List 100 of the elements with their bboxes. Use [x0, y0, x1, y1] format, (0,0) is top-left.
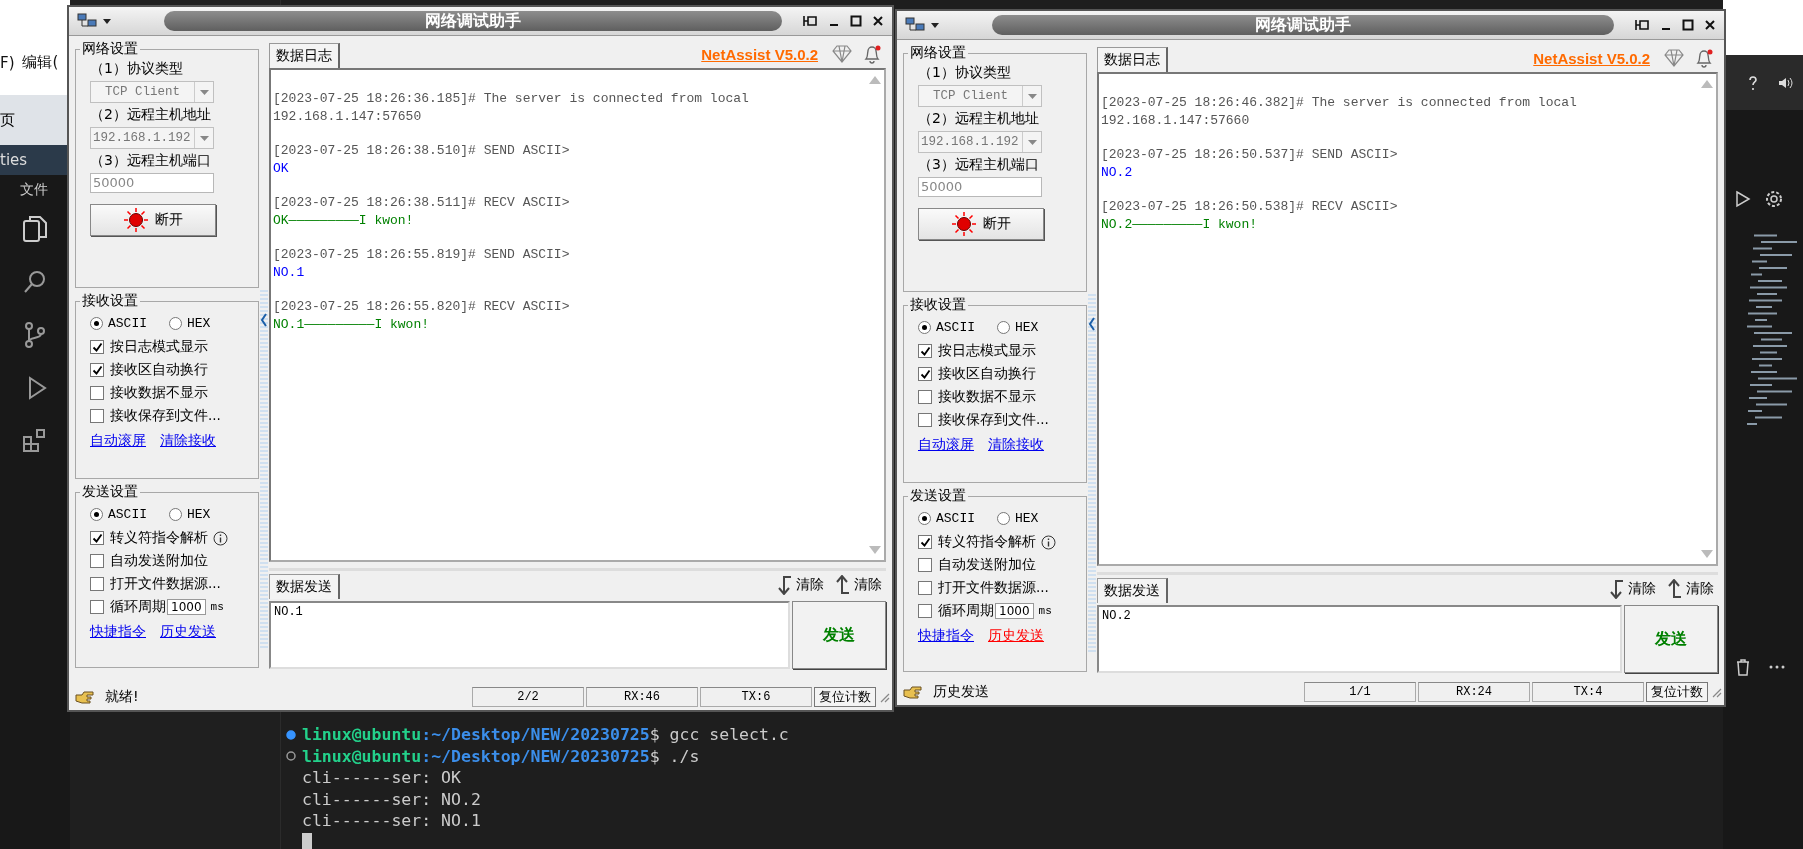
checkbox-option[interactable]: 打开文件数据源... — [918, 579, 1049, 597]
radio-option[interactable]: HEX — [997, 320, 1039, 335]
radio-option[interactable]: HEX — [169, 507, 211, 522]
network-icon[interactable] — [905, 17, 925, 33]
log-header: [2023-07-25 18:26:38.510]# SEND ASCII> — [273, 142, 571, 160]
log-message: NO.1 — [273, 264, 306, 282]
file-menu[interactable]: 文件 — [20, 181, 48, 199]
link[interactable]: 清除接收 — [160, 432, 216, 450]
bell-icon[interactable] — [1694, 48, 1714, 68]
checkbox-option[interactable]: 按日志模式显示 — [90, 338, 208, 356]
close-icon[interactable] — [1704, 19, 1716, 31]
caret-icon[interactable] — [103, 18, 111, 24]
checkbox-option[interactable]: 接收区自动换行 — [90, 361, 208, 379]
diamond-icon[interactable] — [832, 45, 852, 63]
link[interactable]: 自动滚屏 — [918, 436, 974, 454]
run-icon[interactable] — [1733, 190, 1751, 208]
clear-button[interactable]: 清除 — [834, 575, 882, 595]
caret-icon — [1027, 139, 1037, 145]
period-field[interactable]: 1000 — [995, 603, 1034, 619]
reset-count-button[interactable]: 复位计数 — [814, 686, 876, 707]
gear-icon[interactable] — [1765, 190, 1783, 208]
menu-item[interactable]: F) — [0, 53, 15, 72]
log-tab[interactable]: 数据日志 — [269, 43, 340, 68]
send-button[interactable]: 发送 — [1624, 605, 1718, 673]
reset-count-button[interactable]: 复位计数 — [1646, 681, 1708, 702]
status-counter: 2/2 — [472, 686, 584, 707]
port-field[interactable]: 50000 — [918, 177, 1042, 197]
terminal-line: cli------ser: NO.2 — [302, 789, 481, 809]
host-dropdown[interactable]: 192.168.1.192 — [918, 131, 1042, 153]
checkbox-option[interactable]: 接收保存到文件... — [918, 411, 1049, 429]
maximize-icon[interactable] — [1682, 19, 1694, 31]
arrow-icon — [776, 575, 792, 595]
radio-option[interactable]: ASCII — [90, 316, 147, 331]
checkbox-option[interactable]: 转义符指令解析 — [90, 529, 208, 547]
radio-option[interactable]: ASCII — [90, 507, 147, 522]
collapse-icon[interactable] — [260, 313, 268, 327]
link[interactable]: 历史发送 — [160, 623, 216, 641]
info-icon[interactable] — [213, 530, 228, 546]
collapse-icon[interactable] — [1088, 317, 1096, 331]
checkbox-option[interactable]: 自动发送附加位 — [90, 552, 208, 570]
protocol-dropdown[interactable]: TCP Client — [918, 85, 1042, 107]
info-icon[interactable] — [1041, 534, 1056, 550]
group-title: 发送设置 — [81, 483, 139, 501]
status-text: 就绪! — [105, 687, 140, 706]
maximize-icon[interactable] — [850, 15, 862, 27]
search-icon[interactable] — [22, 269, 48, 295]
link[interactable]: 快捷指令 — [90, 623, 146, 641]
arrow-icon — [1608, 579, 1624, 599]
diamond-icon[interactable] — [1664, 49, 1684, 67]
link[interactable]: 快捷指令 — [918, 627, 974, 645]
log-header: [2023-07-25 18:26:50.538]# RECV ASCII> — [1101, 198, 1399, 216]
send-tab[interactable]: 数据发送 — [269, 574, 340, 599]
radio-option[interactable]: ASCII — [918, 511, 975, 526]
pin-icon[interactable] — [1634, 18, 1650, 32]
clear-button[interactable]: 清除 — [1608, 579, 1656, 599]
send-tab[interactable]: 数据发送 — [1097, 578, 1168, 603]
close-icon[interactable] — [872, 15, 884, 27]
bell-icon[interactable] — [862, 44, 882, 64]
files-icon[interactable] — [22, 215, 48, 243]
link[interactable]: 清除接收 — [988, 436, 1044, 454]
checkbox-option[interactable]: 循环周期 — [90, 598, 166, 616]
clear-button[interactable]: 清除 — [776, 575, 824, 595]
checkbox-option[interactable]: 接收数据不显示 — [918, 388, 1036, 406]
host-dropdown[interactable]: 192.168.1.192 — [90, 127, 214, 149]
period-field[interactable]: 1000 — [167, 599, 206, 615]
checkbox-option[interactable]: 转义符指令解析 — [918, 533, 1036, 551]
extensions-icon[interactable] — [22, 427, 48, 453]
browser-tab[interactable]: 页 — [0, 110, 15, 130]
caret-icon[interactable] — [931, 22, 939, 28]
more-icon[interactable] — [1769, 664, 1785, 670]
checkbox-option[interactable]: 自动发送附加位 — [918, 556, 1036, 574]
checkbox-option[interactable]: 接收区自动换行 — [918, 365, 1036, 383]
disconnect-button[interactable]: 断开 — [918, 208, 1044, 240]
protocol-dropdown[interactable]: TCP Client — [90, 81, 214, 103]
radio-option[interactable]: HEX — [169, 316, 211, 331]
send-input[interactable]: NO.1 — [269, 601, 790, 669]
pin-icon[interactable] — [802, 14, 818, 28]
checkbox-option[interactable]: 打开文件数据源... — [90, 575, 221, 593]
disconnect-button[interactable]: 断开 — [90, 204, 216, 236]
branch-icon[interactable] — [23, 321, 47, 349]
checkmark-icon — [919, 345, 931, 357]
checkbox-option[interactable]: 接收数据不显示 — [90, 384, 208, 402]
port-field[interactable]: 50000 — [90, 173, 214, 193]
trash-icon[interactable] — [1735, 658, 1751, 676]
clear-button[interactable]: 清除 — [1666, 579, 1714, 599]
link[interactable]: 历史发送 — [988, 627, 1044, 645]
link[interactable]: 自动滚屏 — [90, 432, 146, 450]
send-button[interactable]: 发送 — [792, 601, 886, 669]
checkbox-option[interactable]: 循环周期 — [918, 602, 994, 620]
log-header: [2023-07-25 18:26:38.511]# RECV ASCII> — [273, 194, 571, 212]
checkbox-option[interactable]: 接收保存到文件... — [90, 407, 221, 425]
log-tab[interactable]: 数据日志 — [1097, 47, 1168, 72]
checkbox-option[interactable]: 按日志模式显示 — [918, 342, 1036, 360]
radio-option[interactable]: HEX — [997, 511, 1039, 526]
terminal-line: cli------ser: OK — [302, 768, 461, 788]
send-input[interactable]: NO.2 — [1097, 605, 1622, 673]
network-icon[interactable] — [77, 13, 97, 29]
menu-item[interactable]: 编辑( — [22, 53, 59, 72]
radio-option[interactable]: ASCII — [918, 320, 975, 335]
window-title: 网络调试助手 — [1255, 14, 1351, 36]
